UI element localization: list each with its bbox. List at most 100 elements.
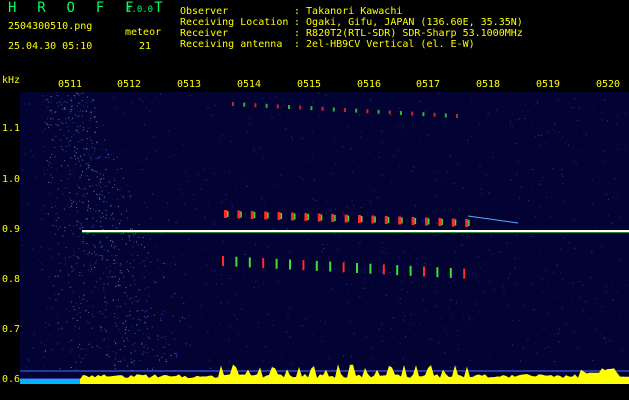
noise-speck bbox=[617, 148, 619, 150]
noise-speck bbox=[79, 227, 81, 229]
noise-speck bbox=[105, 217, 107, 219]
noise-speck bbox=[70, 200, 72, 202]
noise-speck bbox=[192, 194, 194, 195]
noise-speck bbox=[106, 201, 107, 203]
noise-speck bbox=[267, 313, 269, 315]
noise-speck bbox=[103, 174, 104, 176]
noise-speck bbox=[276, 183, 278, 185]
noise-speck bbox=[342, 146, 344, 148]
noise-speck bbox=[549, 350, 551, 352]
noise-speck bbox=[58, 293, 60, 295]
noise-speck bbox=[625, 113, 627, 115]
noise-speck bbox=[129, 235, 131, 237]
noise-speck bbox=[479, 166, 481, 168]
noise-speck bbox=[262, 360, 264, 362]
noise-speck bbox=[67, 95, 69, 97]
noise-speck bbox=[292, 138, 293, 140]
noise-speck bbox=[143, 346, 145, 348]
noise-speck bbox=[99, 156, 101, 158]
noise-speck bbox=[515, 143, 517, 144]
noise-speck bbox=[44, 327, 46, 329]
noise-speck bbox=[110, 204, 112, 206]
noise-speck bbox=[154, 314, 156, 316]
noise-speck bbox=[91, 291, 92, 293]
noise-speck bbox=[591, 251, 593, 253]
noise-speck bbox=[92, 208, 94, 210]
noise-speck bbox=[28, 360, 30, 362]
noise-speck bbox=[71, 105, 73, 107]
noise-speck bbox=[393, 155, 395, 156]
noise-speck bbox=[50, 96, 52, 97]
noise-speck bbox=[338, 290, 340, 292]
noise-speck bbox=[145, 270, 147, 272]
noise-speck bbox=[55, 213, 57, 214]
noise-speck bbox=[306, 160, 308, 162]
noise-speck bbox=[188, 180, 190, 182]
noise-speck bbox=[562, 176, 564, 178]
noise-speck bbox=[51, 139, 53, 141]
noise-speck bbox=[144, 316, 145, 318]
noise-speck bbox=[148, 294, 150, 296]
noise-speck bbox=[385, 276, 387, 278]
noise-speck bbox=[101, 178, 102, 180]
noise-speck bbox=[128, 330, 130, 332]
noise-speck bbox=[114, 184, 116, 186]
noise-speck bbox=[96, 281, 98, 283]
noise-speck bbox=[72, 201, 74, 203]
noise-speck bbox=[44, 212, 45, 214]
noise-speck bbox=[329, 210, 331, 211]
noise-speck bbox=[554, 361, 555, 362]
noise-speck bbox=[140, 159, 142, 161]
noise-speck bbox=[506, 242, 508, 244]
noise-speck bbox=[435, 234, 437, 236]
noise-speck bbox=[130, 361, 132, 363]
noise-speck bbox=[502, 286, 504, 287]
noise-speck bbox=[153, 356, 155, 357]
noise-speck bbox=[111, 225, 113, 227]
noise-speck bbox=[95, 210, 97, 212]
echo-mark bbox=[267, 212, 269, 219]
noise-speck bbox=[200, 304, 202, 306]
noise-speck bbox=[608, 199, 609, 200]
noise-speck bbox=[86, 131, 88, 132]
noise-speck bbox=[564, 348, 566, 350]
noise-speck bbox=[144, 288, 146, 290]
noise-speck bbox=[557, 333, 559, 335]
noise-speck bbox=[434, 250, 435, 252]
noise-speck bbox=[381, 141, 383, 143]
noise-speck bbox=[108, 157, 110, 159]
noise-speck bbox=[83, 187, 85, 189]
noise-speck bbox=[248, 123, 250, 125]
noise-speck bbox=[53, 140, 55, 142]
noise-speck bbox=[141, 169, 143, 170]
noise-speck bbox=[131, 254, 133, 256]
noise-speck bbox=[76, 319, 78, 321]
hroft-screen: H R O F F T 1.0.0 2504300510.png meteor … bbox=[0, 0, 629, 400]
receiver-label: Receiver bbox=[180, 28, 229, 39]
noise-speck bbox=[334, 233, 336, 235]
noise-speck bbox=[72, 318, 74, 320]
noise-speck bbox=[51, 112, 53, 114]
noise-speck bbox=[80, 225, 82, 227]
noise-speck bbox=[70, 106, 72, 108]
noise-speck bbox=[47, 98, 49, 100]
noise-speck bbox=[403, 250, 405, 252]
noise-speck bbox=[179, 320, 181, 322]
noise-speck bbox=[362, 220, 364, 222]
noise-speck bbox=[129, 314, 131, 316]
noise-speck bbox=[112, 276, 114, 278]
noise-speck bbox=[70, 99, 72, 101]
noise-speck bbox=[52, 177, 53, 179]
noise-speck bbox=[95, 121, 97, 123]
noise-speck bbox=[342, 120, 344, 122]
noise-speck bbox=[488, 193, 489, 194]
noise-speck bbox=[311, 234, 313, 236]
noise-speck bbox=[381, 251, 383, 253]
noise-speck bbox=[532, 283, 534, 285]
noise-speck bbox=[67, 178, 69, 180]
noise-speck bbox=[109, 265, 111, 267]
noise-speck bbox=[290, 363, 292, 365]
noise-speck bbox=[91, 168, 93, 170]
noise-speck bbox=[102, 272, 104, 274]
noise-speck bbox=[586, 93, 588, 95]
